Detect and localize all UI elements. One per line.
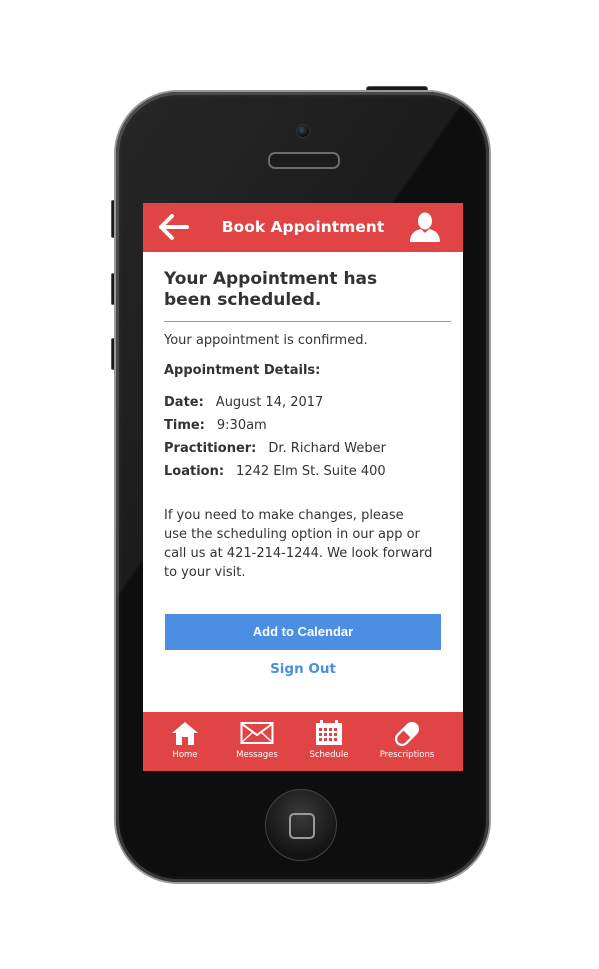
pill-icon — [394, 721, 420, 747]
page-title: Book Appointment — [221, 218, 385, 236]
details-heading: Appointment Details: — [164, 363, 321, 378]
detail-value: 9:30am — [216, 418, 267, 433]
divider — [164, 321, 451, 322]
home-hardware-button[interactable] — [265, 789, 337, 861]
detail-label: Date: — [164, 395, 204, 410]
tab-label: Prescriptions — [379, 750, 435, 760]
detail-label: Loation: — [164, 464, 225, 479]
confirmation-content: Your Appointment has been scheduled. You… — [164, 269, 452, 580]
sign-out-link[interactable]: Sign Out — [143, 661, 463, 677]
detail-row-location: Loation: 1242 Elm St. Suite 400 — [164, 464, 386, 479]
app-header: Book Appointment — [143, 203, 463, 252]
calendar-icon — [316, 720, 342, 745]
camera-icon — [296, 124, 310, 138]
detail-value: 1242 Elm St. Suite 400 — [236, 464, 386, 479]
tab-label: Schedule — [309, 750, 349, 760]
confirmation-title-line1: Your Appointment has — [164, 269, 378, 289]
detail-label: Practitioner: — [164, 441, 257, 456]
tab-prescriptions[interactable]: Prescriptions — [365, 712, 449, 771]
profile-button[interactable] — [408, 211, 442, 243]
confirmation-title-line2: been scheduled. — [164, 290, 322, 310]
home-icon — [172, 722, 198, 745]
tab-schedule[interactable]: Schedule — [287, 712, 371, 771]
speaker-grille — [268, 152, 340, 169]
user-icon — [410, 212, 440, 242]
detail-value: August 14, 2017 — [215, 395, 324, 410]
detail-row-time: Time: 9:30am — [164, 418, 267, 433]
back-button[interactable] — [157, 213, 191, 241]
app-screen: Book Appointment Your Appointment has be… — [143, 203, 463, 771]
confirmation-title: Your Appointment has been scheduled. — [164, 269, 452, 311]
detail-row-date: Date: August 14, 2017 — [164, 395, 323, 410]
arrow-left-icon — [159, 214, 189, 240]
detail-value: Dr. Richard Weber — [268, 441, 386, 456]
detail-row-practitioner: Practitioner: Dr. Richard Weber — [164, 441, 386, 456]
confirmed-message: Your appointment is confirmed. — [164, 333, 368, 348]
envelope-icon — [240, 722, 274, 744]
change-notice: If you need to make changes, please use … — [164, 508, 433, 580]
bottom-tab-bar: Home Messages Schedule Prescriptions — [143, 712, 463, 771]
detail-label: Time: — [164, 418, 205, 433]
add-to-calendar-button[interactable]: Add to Calendar — [165, 614, 441, 650]
